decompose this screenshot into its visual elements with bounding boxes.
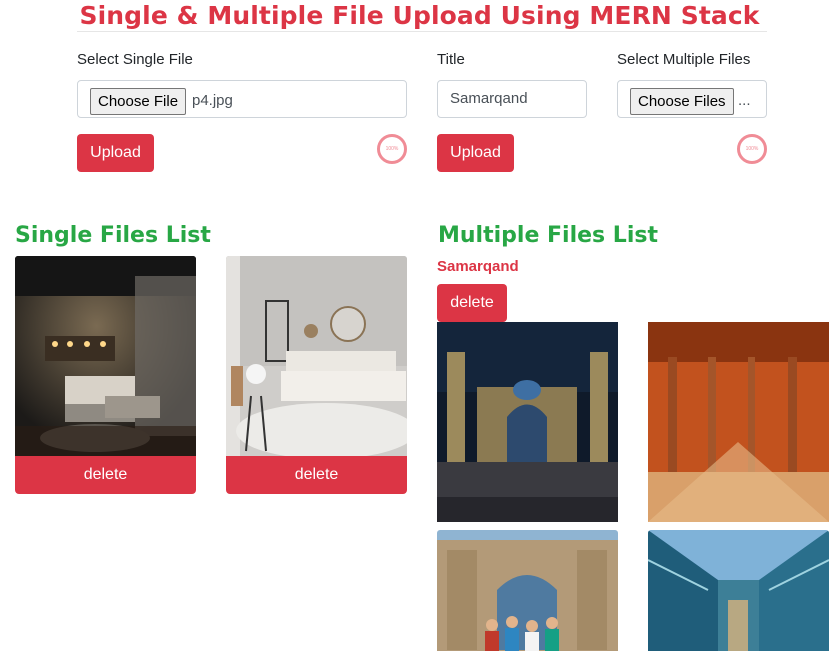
bedroom-light-photo xyxy=(226,256,407,456)
multiple-upload-progress: 100% xyxy=(737,134,767,164)
title-input[interactable]: Samarqand xyxy=(437,80,587,118)
multiple-files-input[interactable]: Choose Files ... xyxy=(617,80,767,118)
choose-files-button[interactable]: Choose Files xyxy=(630,88,734,115)
album-title: Samarqand xyxy=(437,258,519,275)
single-upload-button[interactable]: Upload xyxy=(77,134,154,172)
multiple-files-heading: Multiple Files List xyxy=(438,223,658,248)
title-input-value: Samarqand xyxy=(450,90,528,107)
single-upload-progress: 100% xyxy=(377,134,407,164)
single-files-heading: Single Files List xyxy=(15,223,211,248)
registan-night-photo xyxy=(437,322,618,522)
single-file-label: Select Single File xyxy=(77,51,193,68)
single-delete-button-1[interactable]: delete xyxy=(15,456,196,494)
colonnade-photo xyxy=(648,322,829,522)
page-title: Single & Multiple File Upload Using MERN… xyxy=(79,1,760,30)
album-delete-button[interactable]: delete xyxy=(437,284,507,322)
selected-files-summary: ... xyxy=(738,92,751,109)
blue-tile-street-photo xyxy=(648,530,829,651)
title-label: Title xyxy=(437,51,465,68)
bedroom-dark-photo xyxy=(15,256,196,456)
single-delete-button-2[interactable]: delete xyxy=(226,456,407,494)
multiple-files-label: Select Multiple Files xyxy=(617,51,751,68)
choose-file-button[interactable]: Choose File xyxy=(90,88,187,115)
selected-file-name: p4.jpg xyxy=(192,92,233,109)
title-divider xyxy=(77,31,767,32)
single-file-input[interactable]: Choose File p4.jpg xyxy=(77,80,407,118)
madrasa-tourists-photo xyxy=(437,530,618,651)
multiple-upload-button[interactable]: Upload xyxy=(437,134,514,172)
